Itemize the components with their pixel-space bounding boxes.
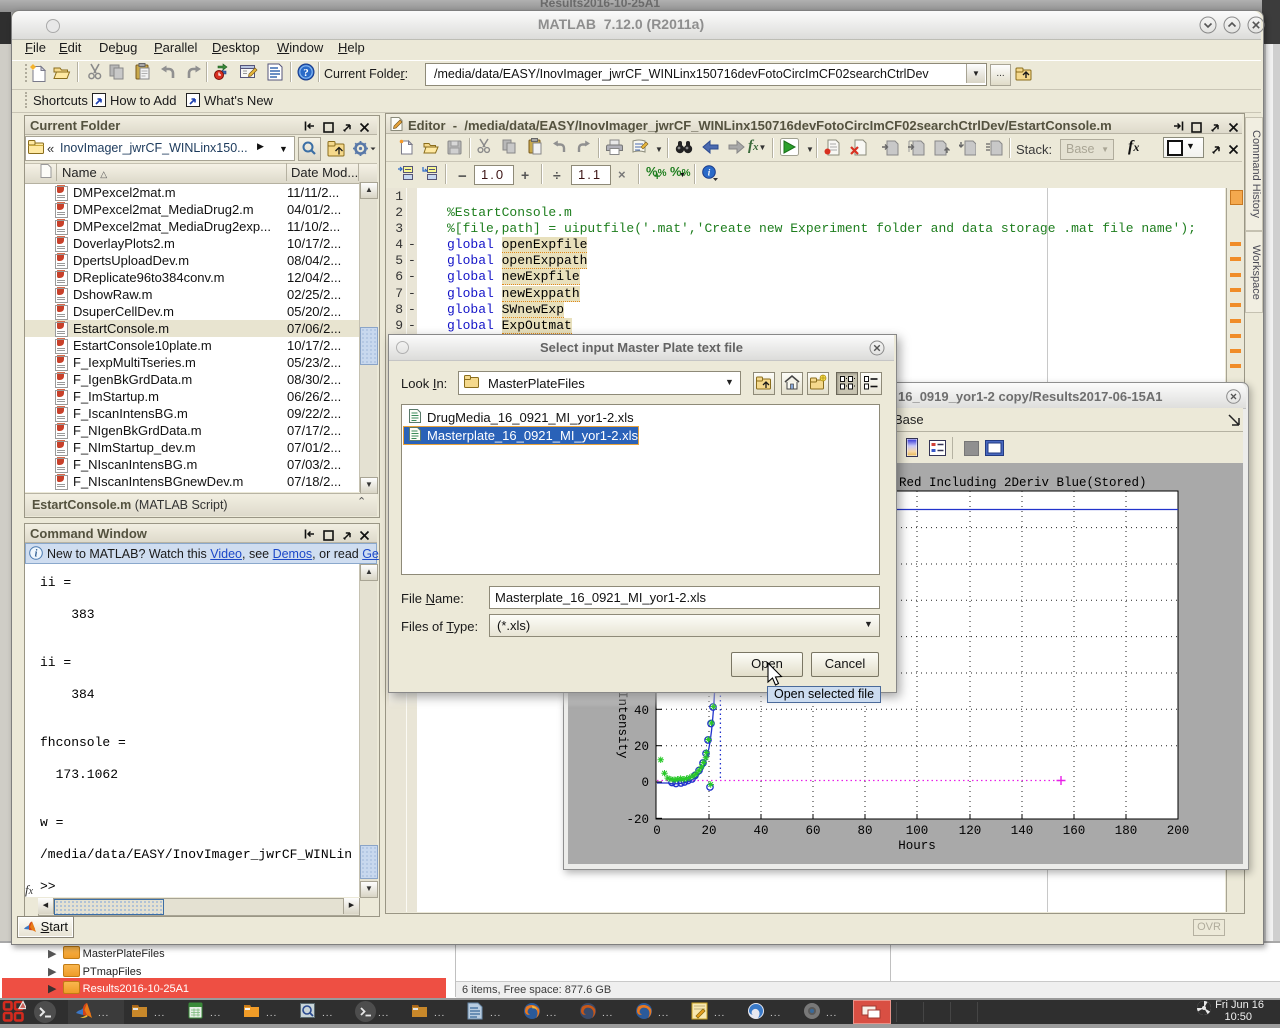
- svg-text:200: 200: [1167, 824, 1190, 838]
- svg-text:40: 40: [753, 824, 768, 838]
- svg-text:Red Including 2Deriv Blue(Stor: Red Including 2Deriv Blue(Stored): [899, 476, 1147, 490]
- svg-text:0: 0: [653, 824, 661, 838]
- svg-text:?: ?: [303, 67, 309, 79]
- svg-text:20: 20: [701, 824, 716, 838]
- svg-text:i: i: [35, 549, 38, 560]
- svg-text:60: 60: [805, 824, 820, 838]
- svg-text:140: 140: [1011, 824, 1034, 838]
- svg-text:180: 180: [1115, 824, 1138, 838]
- svg-text:-20: -20: [626, 813, 649, 827]
- svg-text:80: 80: [857, 824, 872, 838]
- svg-text:100: 100: [906, 824, 929, 838]
- svg-text:120: 120: [959, 824, 982, 838]
- svg-text:160: 160: [1063, 824, 1086, 838]
- svg-text:Hours: Hours: [898, 839, 936, 853]
- svg-text:0: 0: [641, 776, 649, 790]
- svg-text:20: 20: [634, 740, 649, 754]
